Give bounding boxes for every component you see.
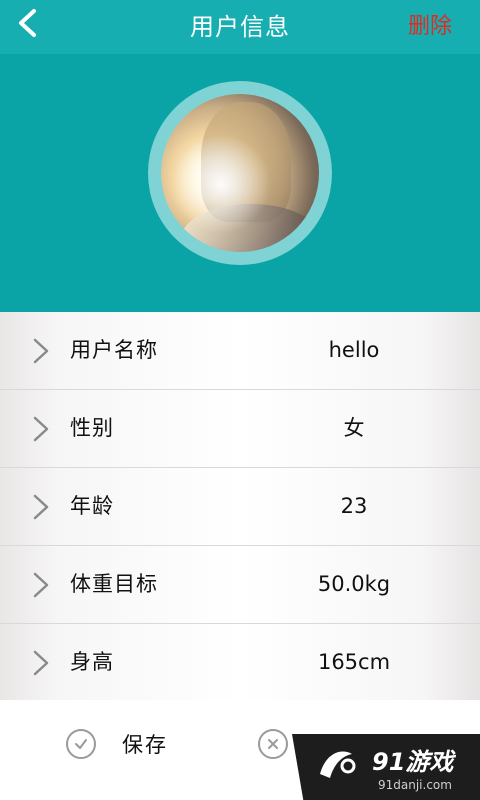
avatar[interactable] bbox=[161, 94, 319, 252]
field-row-weight-goal[interactable]: 体重目标 50.0kg bbox=[0, 546, 480, 624]
field-label: 性别 bbox=[70, 416, 114, 440]
chevron-right-icon bbox=[33, 416, 49, 442]
chevron-right-icon bbox=[33, 650, 49, 676]
field-label: 年龄 bbox=[70, 494, 114, 518]
field-row-username[interactable]: 用户名称 hello bbox=[0, 312, 480, 390]
field-row-gender[interactable]: 性别 女 bbox=[0, 390, 480, 468]
watermark-brand: 91游戏 bbox=[372, 748, 454, 776]
watermark-site: 91danji.com bbox=[378, 778, 452, 792]
save-label: 保存 bbox=[122, 733, 168, 757]
field-row-height[interactable]: 身高 165cm bbox=[0, 624, 480, 702]
chevron-right-icon bbox=[33, 494, 49, 520]
save-button[interactable]: 保存 bbox=[66, 724, 168, 764]
avatar-ring bbox=[148, 81, 332, 265]
avatar-light-flare bbox=[171, 134, 271, 234]
delete-button[interactable]: 删除 bbox=[408, 0, 452, 54]
field-label: 用户名称 bbox=[70, 338, 158, 362]
field-value: hello bbox=[328, 338, 380, 362]
chevron-right-icon bbox=[33, 338, 49, 364]
field-value: 165cm bbox=[317, 650, 391, 674]
field-label: 体重目标 bbox=[70, 572, 158, 596]
profile-header: 用户信息 删除 bbox=[0, 0, 480, 312]
close-icon bbox=[258, 729, 288, 759]
chevron-right-icon bbox=[33, 572, 49, 598]
field-label: 身高 bbox=[70, 650, 114, 674]
field-value: 23 bbox=[340, 494, 368, 518]
checkmark-icon bbox=[66, 729, 96, 759]
profile-field-list: 用户名称 hello 性别 女 年龄 23 体重目标 50.0kg 身高 165… bbox=[0, 312, 480, 702]
watermark-badge: 91游戏 91danji.com bbox=[292, 734, 480, 800]
top-bar: 用户信息 删除 bbox=[0, 0, 480, 54]
field-value: 50.0kg bbox=[317, 572, 391, 596]
field-row-age[interactable]: 年龄 23 bbox=[0, 468, 480, 546]
brand-logo-icon bbox=[320, 751, 356, 778]
field-value: 女 bbox=[343, 416, 365, 440]
